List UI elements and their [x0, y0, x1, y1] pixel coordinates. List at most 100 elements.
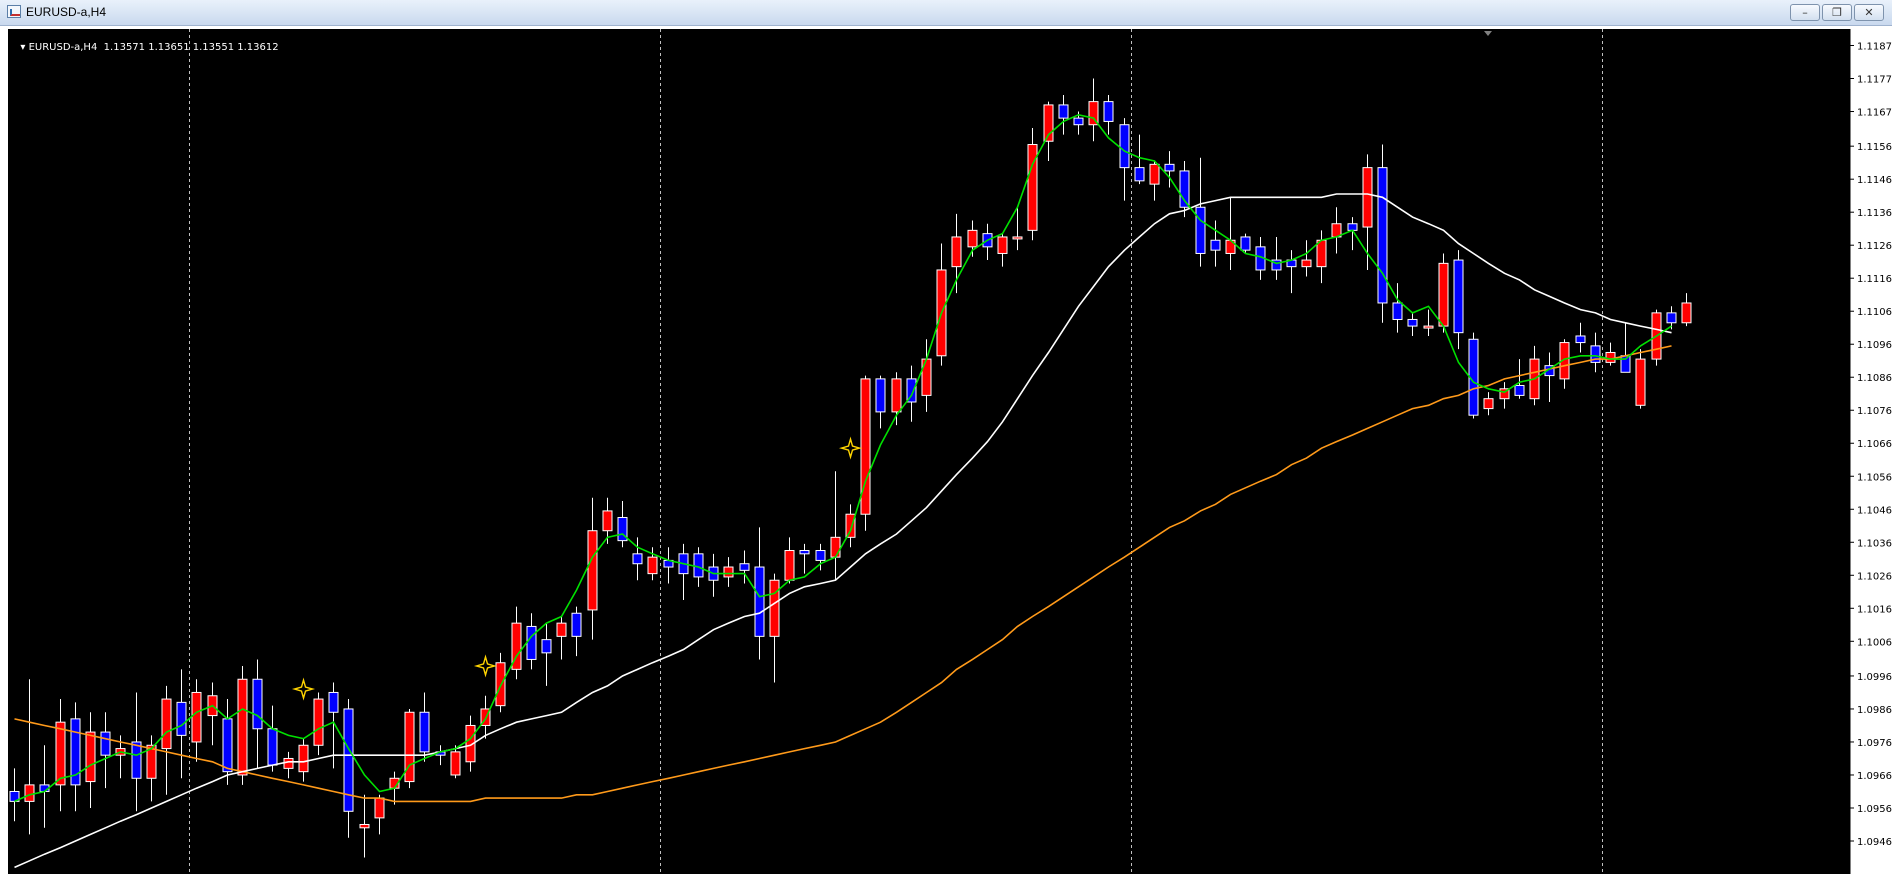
price-tick-label: 1.09660 [1857, 771, 1892, 782]
candle-body [1058, 104, 1069, 119]
candle-body [921, 358, 932, 396]
price-tick-label: 1.11770 [1857, 75, 1892, 86]
candle-body [754, 566, 765, 637]
candle-body [495, 662, 506, 707]
candle-body [1164, 163, 1175, 172]
chart-window-icon [7, 5, 21, 18]
candle-body [1210, 239, 1221, 251]
candle-body [161, 698, 172, 750]
candle-body [1073, 117, 1084, 126]
candle-body [587, 530, 598, 611]
candle-body [1240, 236, 1251, 251]
candle-body [1423, 325, 1434, 329]
candle-body [1103, 101, 1114, 122]
candle-body [769, 579, 780, 637]
price-tick-label: 1.09760 [1857, 738, 1892, 749]
ohlc-values: 1.13571 1.13651 1.13551 1.13612 [103, 42, 279, 53]
close-button[interactable]: ✕ [1854, 4, 1884, 21]
candle-body [891, 378, 902, 413]
price-tick-label: 1.11670 [1857, 108, 1892, 119]
candle-body [1681, 302, 1692, 324]
candle-body [1392, 302, 1403, 320]
candle-body [799, 550, 810, 555]
symbol-dropdown-icon[interactable]: ▾ [20, 42, 28, 53]
price-tick-label: 1.09460 [1857, 837, 1892, 848]
candle-body [541, 639, 552, 654]
candle-body [1134, 167, 1145, 182]
price-tick-label: 1.11365 [1857, 208, 1892, 219]
candle-body [784, 550, 795, 581]
candle-body [85, 731, 96, 783]
price-tick-label: 1.09960 [1857, 672, 1892, 683]
candle-body [252, 678, 263, 730]
candle-body [267, 728, 278, 766]
price-tick-label: 1.10165 [1857, 604, 1892, 615]
symbol-name: EURUSD-a,H4 [28, 42, 98, 53]
candle-body [55, 721, 66, 786]
chart-background [8, 29, 1850, 874]
candle-body [374, 797, 385, 819]
candle-body [1119, 124, 1130, 169]
candle-body [647, 556, 658, 575]
candle-body [1605, 351, 1616, 363]
price-tick-label: 1.11565 [1857, 142, 1892, 153]
candle-body [1362, 167, 1373, 228]
price-tick-label: 1.10865 [1857, 373, 1892, 384]
candle-body [176, 701, 187, 736]
candle-body [1347, 223, 1358, 231]
candle-body [571, 612, 582, 637]
candle-body [328, 691, 339, 713]
candle-body [1316, 239, 1327, 268]
candle-body [1575, 335, 1586, 344]
candle-body [1149, 163, 1160, 185]
candle-body [830, 536, 841, 558]
price-tick-label: 1.10465 [1857, 505, 1892, 516]
candle-body [222, 718, 233, 773]
candle-body [1377, 167, 1388, 304]
price-tick-label: 1.10765 [1857, 406, 1892, 417]
candle-body [191, 691, 202, 743]
candle-body [1407, 318, 1418, 327]
price-tick-label: 1.09560 [1857, 804, 1892, 815]
candle-body [1301, 259, 1312, 268]
restore-button[interactable]: ❐ [1822, 4, 1852, 21]
candle-body [1453, 259, 1464, 334]
price-tick-label: 1.10065 [1857, 637, 1892, 648]
minimize-button[interactable]: – [1790, 4, 1820, 21]
candle-body [313, 698, 324, 746]
chart-area[interactable]: 1.11870 1.11770 1.11670 1.11565 1.11465 1.113… [0, 26, 1892, 874]
price-tick-label: 1.10565 [1857, 472, 1892, 483]
restore-icon: ❐ [1832, 6, 1842, 19]
candle-body [556, 622, 567, 637]
candle-body [1195, 206, 1206, 254]
candle-body [693, 553, 704, 578]
price-tick-label: 1.10965 [1857, 340, 1892, 351]
candle-body [1012, 236, 1023, 240]
candle-body [723, 566, 734, 578]
minimize-icon: – [1802, 6, 1808, 19]
price-tick-label: 1.11870 [1857, 42, 1892, 53]
price-tick-label: 1.11165 [1857, 274, 1892, 285]
candle-body [632, 553, 643, 565]
price-tick-label: 1.11065 [1857, 307, 1892, 318]
candle-body [1483, 398, 1494, 410]
candle-body [237, 678, 248, 776]
candle-body [100, 731, 111, 756]
candle-body [951, 236, 962, 268]
candle-body [298, 744, 309, 773]
price-tick-label: 1.09860 [1857, 705, 1892, 716]
price-tick-label: 1.10665 [1857, 439, 1892, 450]
close-icon: ✕ [1864, 6, 1874, 19]
candle-body [997, 236, 1008, 254]
candle-body [526, 625, 537, 660]
price-tick-label: 1.11465 [1857, 175, 1892, 186]
candle-body [359, 823, 370, 829]
candle-body [131, 741, 142, 779]
price-chart[interactable]: 1.11870 1.11770 1.11670 1.11565 1.11465 1.113… [8, 29, 1892, 874]
candle-body [815, 550, 826, 561]
candle-body [602, 510, 613, 532]
candle-body [450, 751, 461, 776]
candle-body [1514, 384, 1525, 396]
candle-body [967, 229, 978, 248]
candle-body [739, 563, 750, 571]
